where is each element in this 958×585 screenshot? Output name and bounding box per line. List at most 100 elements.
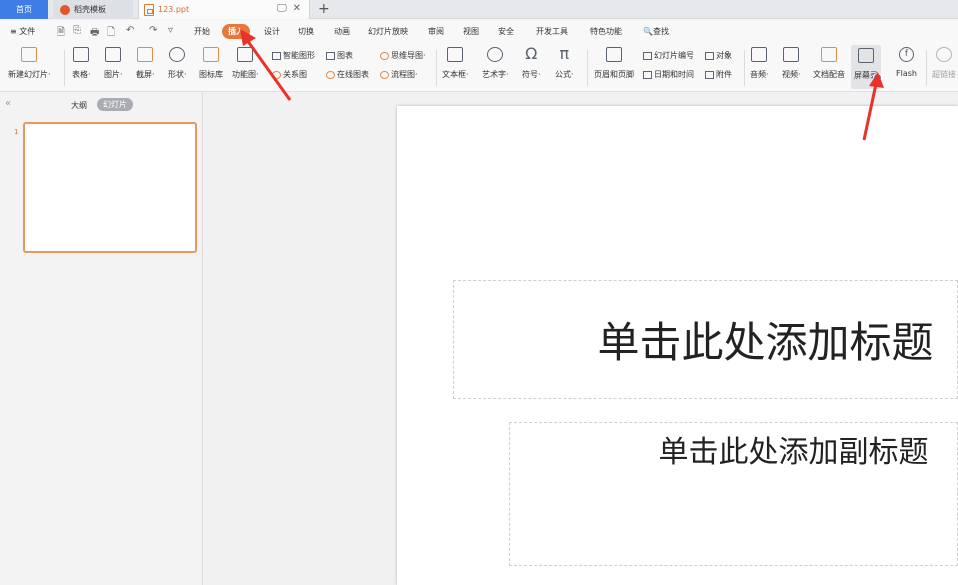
formula-button[interactable]: π 公式· xyxy=(555,44,574,80)
smart-art-button[interactable]: 智能图形 xyxy=(272,50,315,61)
mind-map-button[interactable]: 思维导图· xyxy=(380,50,426,61)
flash-button[interactable]: f Flash xyxy=(896,47,917,78)
redo-icon[interactable]: ↷ xyxy=(149,25,157,36)
symbol-button[interactable]: Ω 符号· xyxy=(522,46,541,80)
menu-view[interactable]: 视图 xyxy=(463,26,479,37)
hyperlink-button[interactable]: 超链接 xyxy=(932,47,956,80)
tab-document-label: 123.ppt xyxy=(158,5,190,14)
date-time-label: 日期和时间 xyxy=(654,70,694,79)
formula-label: 公式· xyxy=(555,70,574,79)
pi-icon: π xyxy=(559,44,570,63)
online-chart-icon xyxy=(326,70,335,79)
customize-icon[interactable]: ▿ xyxy=(168,25,173,36)
flowchart-label: 流程图· xyxy=(391,70,418,79)
insert-ribbon: 新建幻灯片· 表格· 图片· 截屏· 形状· 图标库 功能图· 智能图形 图表 … xyxy=(0,44,958,92)
flash-label: Flash xyxy=(896,69,917,78)
mind-map-icon xyxy=(380,51,389,60)
screen-record-badge-icon xyxy=(873,73,882,82)
video-button[interactable]: 视频· xyxy=(782,47,801,80)
title-placeholder[interactable]: 单击此处添加标题 xyxy=(453,280,958,399)
menu-animation[interactable]: 动画 xyxy=(334,26,350,37)
table-button[interactable]: 表格· xyxy=(72,47,91,80)
screenshot-button[interactable]: 截屏· xyxy=(136,47,155,80)
doc-dub-button[interactable]: 文档配音 xyxy=(813,47,845,80)
picture-icon xyxy=(105,47,122,62)
slide-number-label: 幻灯片编号 xyxy=(654,51,694,60)
hyperlink-label: 超链接 xyxy=(932,70,956,79)
function-chart-label: 功能图· xyxy=(232,70,259,79)
icon-library-button[interactable]: 图标库 xyxy=(199,47,223,80)
smart-art-icon xyxy=(272,51,281,60)
export-icon[interactable]: ⎘ xyxy=(73,25,81,36)
menu-security[interactable]: 安全 xyxy=(498,26,514,37)
wps-presentation-window: 首页 稻壳模板 123.ppt 🖵 ✕ + ≡ 文件 🗎 ⎘ 🖶 🗋 ↶ ↷ ▿… xyxy=(0,0,958,585)
slide-number-icon xyxy=(643,51,652,60)
slide-thumbnail-panel: « 大纲 幻灯片 1 xyxy=(0,92,203,585)
slide-canvas[interactable]: 单击此处添加标题 单击此处添加副标题 xyxy=(397,106,958,585)
document-tab-bar: 首页 稻壳模板 123.ppt 🖵 ✕ + xyxy=(0,0,958,19)
audio-button[interactable]: 音频· xyxy=(750,47,769,80)
tab-outline[interactable]: 大纲 xyxy=(71,100,87,111)
subtitle-placeholder-text: 单击此处添加副标题 xyxy=(658,435,929,470)
menu-special[interactable]: 特色功能 xyxy=(590,26,622,37)
tab-home[interactable]: 首页 xyxy=(0,0,48,19)
display-icon[interactable]: 🖵 xyxy=(277,3,287,14)
slide-thumbnail[interactable] xyxy=(23,122,197,253)
menu-search[interactable]: 🔍查找 xyxy=(643,26,669,37)
save-icon[interactable]: 🗎 xyxy=(57,25,65,42)
slide-editing-area: 单击此处添加标题 单击此处添加副标题 xyxy=(204,92,958,585)
new-slide-label: 新建幻灯片· xyxy=(8,70,51,79)
art-text-label: 艺术字· xyxy=(482,70,509,79)
tab-slides[interactable]: 幻灯片 xyxy=(97,98,133,111)
microphone-icon xyxy=(821,47,837,62)
template-fire-icon xyxy=(60,4,70,15)
date-time-button[interactable]: 日期和时间 xyxy=(643,69,694,80)
chart-button[interactable]: 图表 xyxy=(326,50,353,61)
online-chart-button[interactable]: 在线图表 xyxy=(326,69,369,80)
header-footer-button[interactable]: 页眉和页脚 xyxy=(594,47,634,80)
shapes-icon xyxy=(169,47,186,62)
menu-developer[interactable]: 开发工具 xyxy=(536,26,568,37)
chart-label: 图表 xyxy=(337,51,353,60)
screen-record-button[interactable]: 屏幕录 xyxy=(851,45,882,89)
menu-insert[interactable]: 插入 xyxy=(222,24,250,39)
menu-design[interactable]: 设计 xyxy=(264,26,280,37)
tab-home-label: 首页 xyxy=(16,5,32,14)
attachment-button[interactable]: 附件 xyxy=(705,69,732,80)
preview-icon[interactable]: 🗋 xyxy=(107,25,115,42)
object-button[interactable]: 对象 xyxy=(705,50,732,61)
art-text-button[interactable]: 艺术字· xyxy=(482,47,509,80)
subtitle-placeholder[interactable]: 单击此处添加副标题 xyxy=(509,422,958,566)
textbox-button[interactable]: 文本框· xyxy=(442,47,469,80)
textbox-label: 文本框· xyxy=(442,70,469,79)
relationship-button[interactable]: 关系图 xyxy=(272,69,307,80)
function-chart-icon xyxy=(237,47,254,62)
audio-label: 音频· xyxy=(750,70,769,79)
new-slide-button[interactable]: 新建幻灯片· xyxy=(8,47,51,80)
flowchart-button[interactable]: 流程图· xyxy=(380,69,418,80)
print-icon[interactable]: 🖶 xyxy=(90,25,99,42)
ppt-file-icon xyxy=(144,3,154,16)
menu-slideshow[interactable]: 幻灯片放映 xyxy=(368,26,408,37)
collapse-panel-icon[interactable]: « xyxy=(5,98,11,109)
video-label: 视频· xyxy=(782,70,801,79)
calendar-icon xyxy=(643,70,652,79)
close-tab-icon[interactable]: ✕ xyxy=(293,3,301,14)
function-chart-button[interactable]: 功能图· xyxy=(232,47,259,80)
undo-icon[interactable]: ↶ xyxy=(126,25,134,36)
shapes-button[interactable]: 形状· xyxy=(168,47,187,80)
menu-review[interactable]: 审阅 xyxy=(428,26,444,37)
art-text-icon xyxy=(487,47,504,62)
tab-templates[interactable]: 稻壳模板 xyxy=(53,0,133,19)
picture-button[interactable]: 图片· xyxy=(104,47,123,80)
file-menu[interactable]: ≡ 文件 xyxy=(10,26,35,37)
table-label: 表格· xyxy=(72,70,91,79)
menu-transition[interactable]: 切换 xyxy=(298,26,314,37)
header-footer-label: 页眉和页脚 xyxy=(594,70,634,79)
picture-label: 图片· xyxy=(104,70,123,79)
screen-record-icon xyxy=(858,48,874,63)
new-tab-button[interactable]: + xyxy=(318,1,330,17)
header-footer-icon xyxy=(606,47,622,62)
slide-number-button[interactable]: 幻灯片编号 xyxy=(643,50,694,61)
menu-start[interactable]: 开始 xyxy=(194,26,210,37)
